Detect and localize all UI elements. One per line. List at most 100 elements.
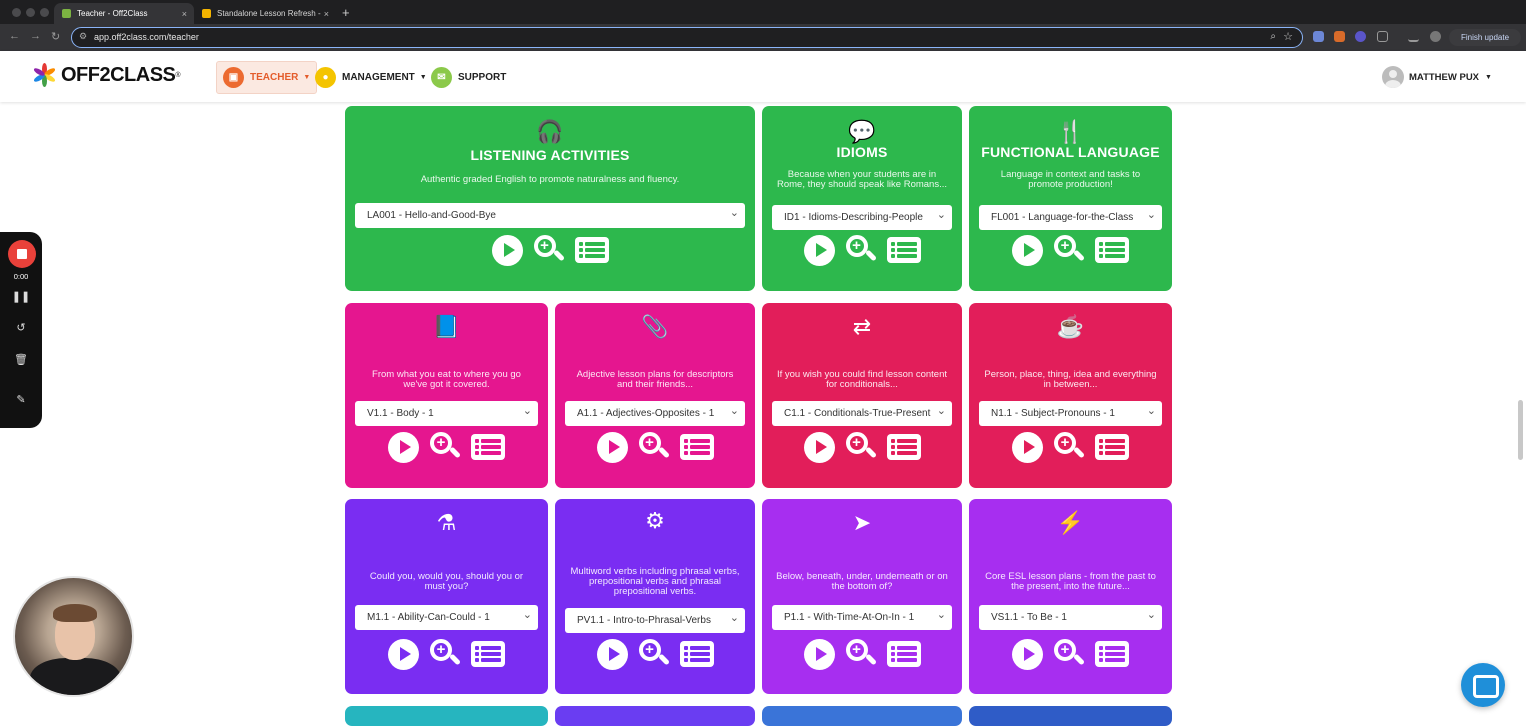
lesson-select[interactable]: A1.1 - Adjectives-Opposites - 1 bbox=[565, 401, 745, 426]
utensils-icon: 🍴 bbox=[1056, 119, 1085, 144]
pause-icon[interactable]: ❚❚ bbox=[0, 290, 42, 303]
gears-icon: ⚙ bbox=[645, 508, 665, 533]
webcam-bubble[interactable] bbox=[13, 576, 134, 697]
close-tab-icon[interactable]: × bbox=[324, 9, 329, 19]
address-bar[interactable]: ⚙ app.off2class.com/teacher ⌕ ☆ bbox=[71, 27, 1303, 48]
preview-zoom-icon[interactable]: + bbox=[845, 234, 877, 266]
lesson-select[interactable]: ID1 - Idioms-Describing-People bbox=[772, 205, 952, 230]
preview-zoom-icon[interactable]: + bbox=[845, 431, 877, 463]
url-text[interactable]: app.off2class.com/teacher bbox=[94, 32, 199, 42]
preview-zoom-icon[interactable]: + bbox=[1053, 234, 1086, 266]
lesson-select[interactable]: P1.1 - With-Time-At-On-In - 1 bbox=[772, 605, 952, 630]
profile-avatar-icon[interactable] bbox=[1430, 31, 1441, 42]
download-icon[interactable] bbox=[1408, 31, 1419, 42]
caret-down-icon: ▼ bbox=[303, 74, 311, 81]
card-description: Multiword verbs including phrasal verbs,… bbox=[570, 566, 740, 597]
play-icon[interactable] bbox=[596, 638, 628, 670]
card-actions: + bbox=[762, 638, 962, 670]
off2class-logo[interactable]: OFF2CLASS ® bbox=[30, 61, 181, 89]
lesson-select[interactable]: V1.1 - Body - 1 bbox=[355, 401, 538, 426]
reload-icon[interactable]: ↻ bbox=[51, 30, 60, 43]
lesson-select[interactable]: C1.1 - Conditionals-True-Present bbox=[772, 401, 952, 426]
window-close-dot[interactable] bbox=[12, 8, 21, 17]
category-card-nouns: ☕ NOUNS & ARTICLES Person, place, thing,… bbox=[969, 303, 1172, 488]
card-actions: + bbox=[555, 638, 755, 670]
play-icon[interactable] bbox=[1012, 638, 1043, 670]
lesson-select[interactable]: PV1.1 - Intro-to-Phrasal-Verbs bbox=[565, 608, 745, 633]
play-icon[interactable] bbox=[491, 234, 523, 266]
extensions-puzzle-icon[interactable] bbox=[1377, 31, 1388, 42]
lesson-select[interactable]: VS1.1 - To Be - 1 bbox=[979, 605, 1162, 630]
lesson-list-icon[interactable] bbox=[1095, 641, 1129, 667]
stop-recording-button[interactable] bbox=[8, 240, 36, 268]
category-card-listening: 🎧 LISTENING ACTIVITIES Authentic graded … bbox=[345, 106, 755, 291]
flask-icon: ⚗ bbox=[436, 510, 457, 535]
category-card-partial bbox=[969, 706, 1172, 726]
zoom-icon[interactable]: ⌕ bbox=[1270, 31, 1276, 42]
preview-zoom-icon[interactable]: + bbox=[638, 638, 670, 670]
nav-label: MANAGEMENT bbox=[342, 72, 415, 83]
extension-icon[interactable] bbox=[1334, 31, 1345, 42]
chat-support-button[interactable] bbox=[1461, 663, 1505, 707]
finish-update-button[interactable]: Finish update bbox=[1449, 29, 1521, 46]
lesson-list-icon[interactable] bbox=[471, 641, 505, 667]
lesson-list-icon[interactable] bbox=[1095, 434, 1129, 460]
pencil-icon[interactable]: ✎ bbox=[0, 393, 42, 406]
lesson-select[interactable]: FL001 - Language-for-the-Class bbox=[979, 205, 1162, 230]
nav-teacher[interactable]: ▣ TEACHER ▼ bbox=[216, 61, 318, 94]
trash-icon[interactable]: 🗑 bbox=[0, 353, 42, 366]
briefcase-icon: ▣ bbox=[223, 67, 244, 88]
lesson-list-icon[interactable] bbox=[1095, 237, 1129, 263]
preview-zoom-icon[interactable]: + bbox=[533, 234, 565, 266]
forward-icon[interactable]: → bbox=[30, 30, 41, 42]
preview-zoom-icon[interactable]: + bbox=[1053, 431, 1086, 463]
play-icon[interactable] bbox=[1012, 431, 1043, 463]
browser-tab-standalone[interactable]: Standalone Lesson Refresh - × bbox=[194, 3, 336, 24]
page-scrollbar[interactable] bbox=[1518, 400, 1523, 460]
play-icon[interactable] bbox=[803, 638, 835, 670]
window-minimize-dot[interactable] bbox=[26, 8, 35, 17]
close-tab-icon[interactable]: × bbox=[182, 9, 187, 19]
play-icon[interactable] bbox=[596, 431, 628, 463]
lightning-icon: ⚡ bbox=[1056, 510, 1085, 535]
lesson-select[interactable]: N1.1 - Subject-Pronouns - 1 bbox=[979, 401, 1162, 426]
restart-icon[interactable]: ↺ bbox=[0, 321, 42, 334]
lesson-list-icon[interactable] bbox=[679, 641, 714, 667]
lesson-list-icon[interactable] bbox=[471, 434, 505, 460]
browser-tab-teacher[interactable]: Teacher - Off2Class × bbox=[54, 3, 194, 24]
lesson-list-icon[interactable] bbox=[679, 434, 714, 460]
card-description: Core ESL lesson plans - from the past to… bbox=[985, 571, 1156, 592]
play-icon[interactable] bbox=[388, 638, 419, 670]
extension-icon[interactable] bbox=[1355, 31, 1366, 42]
back-icon[interactable]: ← bbox=[9, 30, 20, 42]
preview-zoom-icon[interactable]: + bbox=[638, 431, 670, 463]
nav-management[interactable]: ● MANAGEMENT ▼ bbox=[315, 61, 427, 94]
preview-zoom-icon[interactable]: + bbox=[429, 638, 462, 670]
site-info-icon[interactable]: ⚙ bbox=[79, 31, 87, 42]
extension-icon[interactable] bbox=[1313, 31, 1324, 42]
preview-zoom-icon[interactable]: + bbox=[429, 431, 462, 463]
card-actions: + bbox=[555, 431, 755, 463]
avatar bbox=[1382, 66, 1404, 88]
nav-support[interactable]: ✉ SUPPORT bbox=[431, 61, 506, 94]
play-icon[interactable] bbox=[803, 234, 835, 266]
play-icon[interactable] bbox=[803, 431, 835, 463]
preview-zoom-icon[interactable]: + bbox=[1053, 638, 1086, 670]
new-tab-icon[interactable]: + bbox=[342, 5, 350, 20]
card-description: From what you eat to where you go we've … bbox=[372, 369, 521, 390]
user-menu[interactable]: MATTHEW PUX ▼ bbox=[1382, 66, 1492, 88]
lesson-list-icon[interactable] bbox=[886, 641, 921, 667]
category-card-vocabulary: 📘 VOCABULARY From what you eat to where … bbox=[345, 303, 548, 488]
lesson-select[interactable]: LA001 - Hello-and-Good-Bye bbox=[355, 203, 745, 228]
book-icon: 📘 bbox=[432, 314, 461, 339]
lesson-list-icon[interactable] bbox=[574, 237, 609, 263]
lesson-select[interactable]: M1.1 - Ability-Can-Could - 1 bbox=[355, 605, 538, 630]
preview-zoom-icon[interactable]: + bbox=[845, 638, 877, 670]
window-zoom-dot[interactable] bbox=[40, 8, 49, 17]
lesson-list-icon[interactable] bbox=[886, 237, 921, 263]
lesson-list-icon[interactable] bbox=[886, 434, 921, 460]
play-icon[interactable] bbox=[1012, 234, 1043, 266]
users-icon: ● bbox=[315, 67, 336, 88]
bookmark-star-icon[interactable]: ☆ bbox=[1283, 30, 1293, 43]
play-icon[interactable] bbox=[388, 431, 419, 463]
